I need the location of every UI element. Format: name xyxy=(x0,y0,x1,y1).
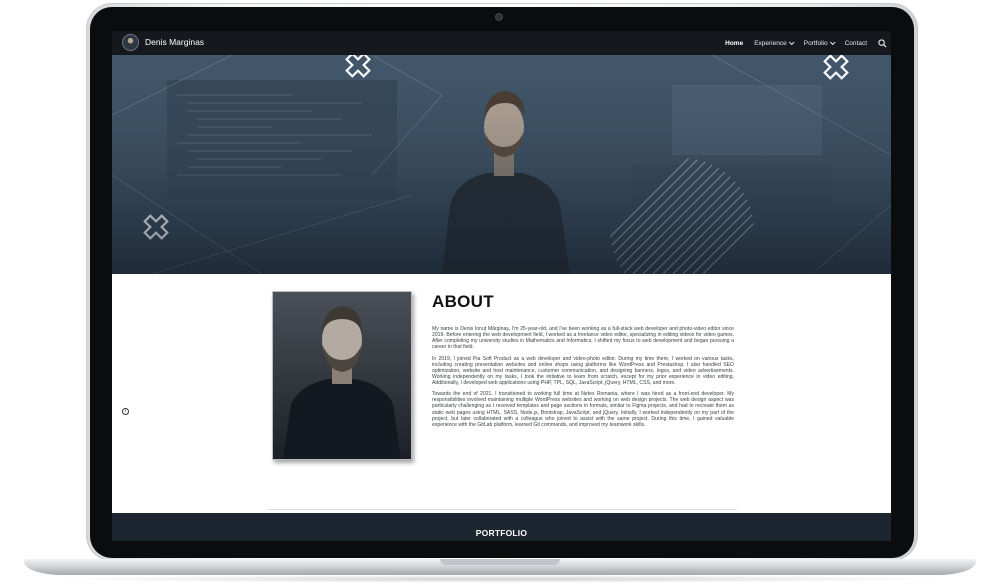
avatar[interactable] xyxy=(122,34,139,51)
nav-contact[interactable]: Contact xyxy=(845,40,867,47)
about-text: My name is Denis Ionuț Mărginaș, I'm 25-… xyxy=(432,326,734,433)
about-paragraph-2: In 2019, I joined Pia Soft Product as a … xyxy=(432,355,734,386)
laptop-notch xyxy=(440,559,560,565)
site-brand[interactable]: Denis Marginas xyxy=(145,37,204,47)
top-navbar: Denis Marginas Home Experience Portfolio… xyxy=(112,31,891,55)
nav-experience[interactable]: Experience xyxy=(754,39,795,47)
search-icon[interactable] xyxy=(878,38,887,48)
website-screen: Denis Marginas Home Experience Portfolio… xyxy=(112,31,891,541)
nav-home-label: Home xyxy=(725,39,744,47)
nav-portfolio-label: Portfolio xyxy=(803,39,828,47)
portfolio-section: PORTFOLIO xyxy=(112,513,891,541)
nav-portfolio[interactable]: Portfolio xyxy=(803,39,836,47)
about-paragraph-3: Towards the end of 2021, I transitioned … xyxy=(432,391,734,428)
info-icon[interactable]: i xyxy=(122,408,129,415)
nav-experience-label: Experience xyxy=(754,39,787,47)
nav-home[interactable]: Home xyxy=(725,40,743,47)
about-paragraph-1: My name is Denis Ionuț Mărginaș, I'm 25-… xyxy=(432,326,734,351)
nav-contact-label: Contact xyxy=(844,39,867,47)
chevron-down-icon xyxy=(788,39,795,46)
laptop-shadow xyxy=(40,575,960,583)
about-title: ABOUT xyxy=(432,292,494,311)
webcam-icon xyxy=(496,14,502,20)
hero-graphic xyxy=(112,55,891,274)
profile-photo xyxy=(272,291,412,460)
hero-banner xyxy=(112,55,891,274)
chevron-down-icon xyxy=(829,39,836,46)
portfolio-title: PORTFOLIO xyxy=(475,528,528,538)
profile-photo-graphic xyxy=(273,292,411,459)
section-divider xyxy=(267,509,737,510)
about-section: i ABOUT My name is Denis Ionuț Mărginaș,… xyxy=(112,274,891,513)
main-menu: Home Experience Portfolio Contact xyxy=(725,31,891,55)
